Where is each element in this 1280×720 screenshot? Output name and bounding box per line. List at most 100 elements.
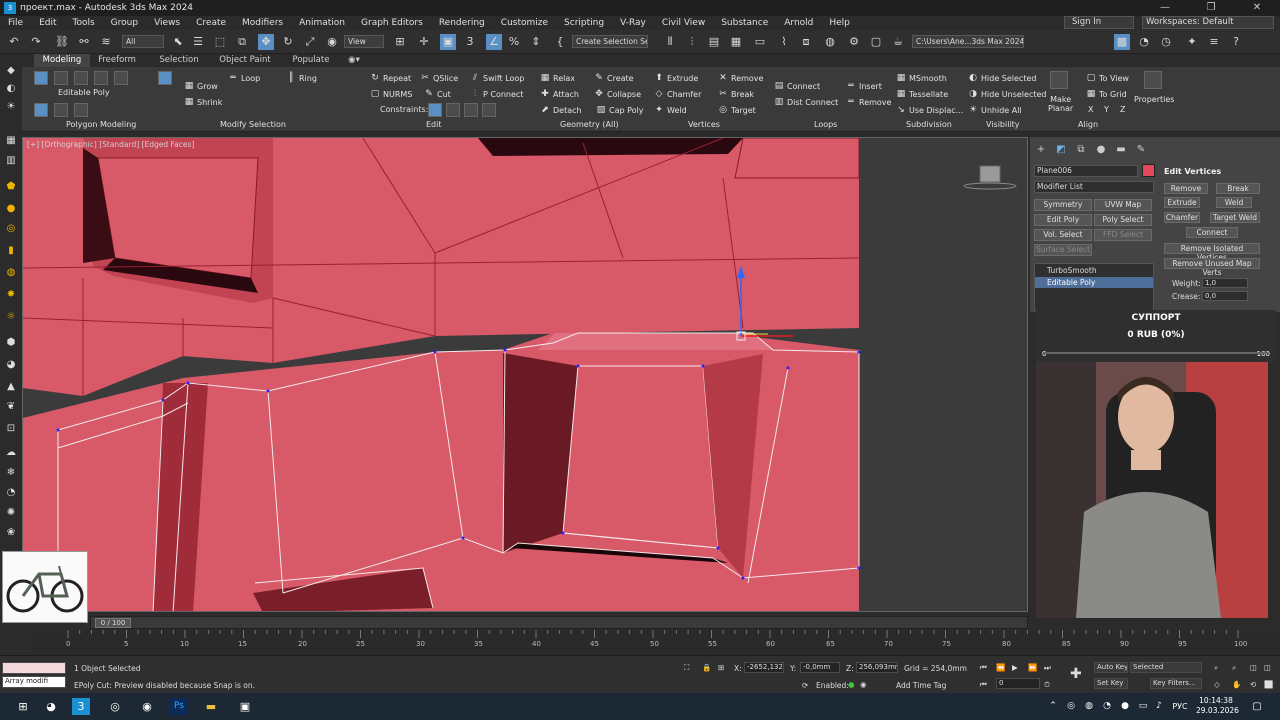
ffd-select-button[interactable]: FFD Select bbox=[1094, 229, 1152, 241]
modify-panel-icon[interactable]: ◐ bbox=[4, 82, 18, 96]
stack-item-turbosmooth[interactable]: TurboSmooth bbox=[1035, 265, 1153, 276]
field-of-view-icon[interactable]: ◇ bbox=[1214, 680, 1220, 689]
constraint-none-icon[interactable] bbox=[428, 103, 442, 117]
adaptive-degradation-icon[interactable]: ⟳ bbox=[802, 681, 808, 690]
time-slider-knob[interactable]: 0 / 100 bbox=[95, 618, 131, 628]
create-tab-icon[interactable]: + bbox=[1034, 143, 1048, 157]
cap-poly-button[interactable]: ▧ Cap Poly bbox=[596, 105, 644, 115]
constraint-face-icon[interactable] bbox=[464, 103, 478, 117]
target-button[interactable]: ◎ Target bbox=[718, 105, 756, 115]
spinner-snap-icon[interactable]: ⇕ bbox=[528, 34, 544, 50]
zoom-extents-icon[interactable]: ◫ bbox=[1250, 663, 1257, 672]
menu-scripting[interactable]: Scripting bbox=[556, 18, 612, 28]
prev-frame-icon[interactable]: ⏪ bbox=[996, 663, 1005, 672]
symmetry-button[interactable]: Symmetry bbox=[1034, 199, 1092, 211]
tray-volume-icon[interactable]: ♪ bbox=[1150, 698, 1168, 715]
msmooth-button[interactable]: ▦ MSmooth bbox=[896, 73, 947, 83]
menu-arnold[interactable]: Arnold bbox=[776, 18, 821, 28]
edge-mode-icon[interactable] bbox=[54, 71, 68, 85]
show-end-result-icon[interactable] bbox=[74, 103, 88, 117]
mirror-icon[interactable]: ⫴ bbox=[662, 34, 678, 50]
named-selection-dropdown[interactable]: Create Selection Se bbox=[572, 35, 648, 48]
object-color-swatch[interactable] bbox=[1142, 164, 1155, 177]
modify-selection-section[interactable]: Modify Selection bbox=[220, 120, 286, 129]
time-config-icon[interactable]: ⏱ bbox=[1044, 680, 1050, 690]
polygon-mode-icon[interactable] bbox=[94, 71, 108, 85]
sphere-tool-icon[interactable]: ● bbox=[4, 202, 18, 216]
pyramid-icon[interactable]: ▲ bbox=[4, 380, 18, 394]
ev-target-weld-button[interactable]: Target Weld bbox=[1210, 212, 1260, 223]
go-to-end-icon[interactable]: ⏭ bbox=[1044, 663, 1051, 673]
connect-button[interactable]: ▤ Connect bbox=[774, 81, 820, 91]
taskbar-photos-icon[interactable]: ▣ bbox=[236, 698, 254, 715]
schematic-view-icon[interactable]: ⧈ bbox=[798, 34, 814, 50]
orbit-icon[interactable]: ⟲ bbox=[1250, 680, 1256, 689]
hierarchy-icon[interactable]: ☀ bbox=[4, 100, 18, 114]
remove-unused-map-button[interactable]: Remove Unused Map Verts bbox=[1164, 258, 1260, 277]
select-scale-icon[interactable]: ⤢ bbox=[302, 34, 318, 50]
preserve-uvs-icon[interactable] bbox=[54, 103, 68, 117]
keyboard-shortcut-override-icon[interactable]: ▣ bbox=[440, 34, 456, 50]
workspaces-dropdown[interactable]: Workspaces: Default bbox=[1142, 16, 1274, 29]
tray-app-icon[interactable]: ◍ bbox=[1080, 698, 1098, 715]
align-icon[interactable]: ⫶ bbox=[684, 34, 700, 50]
menu-tools[interactable]: Tools bbox=[65, 18, 103, 28]
loop-button[interactable]: ═ Loop bbox=[228, 73, 260, 83]
render-active-icon[interactable]: ▩ bbox=[1114, 34, 1130, 50]
hide-selected-button[interactable]: ◐ Hide Selected bbox=[968, 73, 1036, 83]
weight-spinner[interactable]: 1,0 bbox=[1202, 278, 1248, 288]
viewport-mesh-canvas[interactable] bbox=[23, 138, 1028, 612]
light-icon[interactable]: ✸ bbox=[4, 288, 18, 302]
torus-icon[interactable]: ◎ bbox=[4, 222, 18, 236]
qslice-button[interactable]: ✂ QSlice bbox=[420, 73, 458, 83]
hide-unselected-button[interactable]: ◑ Hide Unselected bbox=[968, 89, 1046, 99]
weather-icon[interactable]: ❄ bbox=[4, 466, 18, 480]
taskbar-app-icon[interactable]: ◕ bbox=[42, 698, 60, 715]
cylinder-icon[interactable]: ▮ bbox=[4, 244, 18, 258]
element-mode-icon[interactable] bbox=[114, 71, 128, 85]
edit-named-selection-icon[interactable]: { bbox=[552, 34, 568, 50]
make-planar-button[interactable]: Make Planar bbox=[1048, 95, 1073, 113]
nurms-button[interactable]: ▢ NURMS bbox=[370, 89, 413, 99]
key-mode-icon[interactable]: ⏮ bbox=[980, 680, 987, 690]
cloud-icon[interactable]: ☁ bbox=[4, 446, 18, 460]
align-x-button[interactable]: X bbox=[1088, 105, 1093, 114]
repeat-button[interactable]: ↻ Repeat bbox=[370, 73, 411, 83]
play-icon[interactable]: ▶ bbox=[1012, 663, 1018, 672]
create-button[interactable]: ✎ Create bbox=[594, 73, 633, 83]
auto-key-button[interactable]: Auto Key bbox=[1094, 662, 1128, 673]
taskbar-3dsmax-icon[interactable]: 3 bbox=[72, 698, 90, 715]
snaps-toggle-icon[interactable]: 3 bbox=[462, 34, 478, 50]
percent-snap-icon[interactable]: % bbox=[506, 34, 522, 50]
set-key-icon[interactable]: ✚ bbox=[1070, 666, 1082, 682]
tray-chrome-icon[interactable]: ◎ bbox=[1062, 698, 1080, 715]
chamfer-button[interactable]: ◇ Chamfer bbox=[654, 89, 702, 99]
remove-isolated-button[interactable]: Remove Isolated Vertices bbox=[1164, 243, 1260, 262]
vertices-section[interactable]: Vertices bbox=[688, 120, 720, 129]
viewport-label[interactable]: [+] [Orthographic] [Standard] [Edged Fac… bbox=[27, 140, 194, 149]
maxscript-listener-field[interactable]: Array modifi bbox=[2, 676, 66, 688]
unhide-all-button[interactable]: ☀ Unhide All bbox=[968, 105, 1022, 115]
menu-vray[interactable]: V-Ray bbox=[612, 18, 654, 28]
menu-substance[interactable]: Substance bbox=[713, 18, 776, 28]
go-to-start-icon[interactable]: ⏮ bbox=[980, 663, 987, 673]
swift-loop-button[interactable]: ⫽ Swift Loop bbox=[470, 73, 524, 83]
display-tab-icon[interactable]: ▬ bbox=[1114, 143, 1128, 157]
geometry-section[interactable]: Geometry (All) bbox=[560, 120, 619, 129]
vol-select-button[interactable]: Vol. Select bbox=[1034, 229, 1092, 241]
ev-extrude-button[interactable]: Extrude bbox=[1164, 197, 1200, 208]
track-bar[interactable]: 0 5 10 15 20 25 30 35 40 45 50 55 60 65 … bbox=[30, 630, 1280, 652]
close-icon[interactable]: ✕ bbox=[1234, 0, 1280, 16]
break-button[interactable]: ✂ Break bbox=[718, 89, 754, 99]
ev-chamfer-button[interactable]: Chamfer bbox=[1164, 212, 1200, 223]
align-y-button[interactable]: Y bbox=[1104, 105, 1109, 114]
taskbar-photoshop-icon[interactable]: Ps bbox=[170, 698, 188, 715]
hierarchy-tab-icon[interactable]: ⧉ bbox=[1074, 143, 1088, 157]
motion-tab-icon[interactable]: ● bbox=[1094, 143, 1108, 157]
modify-tab-icon[interactable]: ◩ bbox=[1054, 143, 1068, 157]
ev-break-button[interactable]: Break bbox=[1216, 183, 1260, 194]
taskbar-explorer-icon[interactable]: ▬ bbox=[202, 698, 220, 715]
taskbar-clock[interactable]: 10:14:38 29.03.2026 bbox=[1196, 696, 1239, 716]
set-key-button[interactable]: Set Key bbox=[1094, 678, 1128, 689]
menu-modifiers[interactable]: Modifiers bbox=[234, 18, 291, 28]
